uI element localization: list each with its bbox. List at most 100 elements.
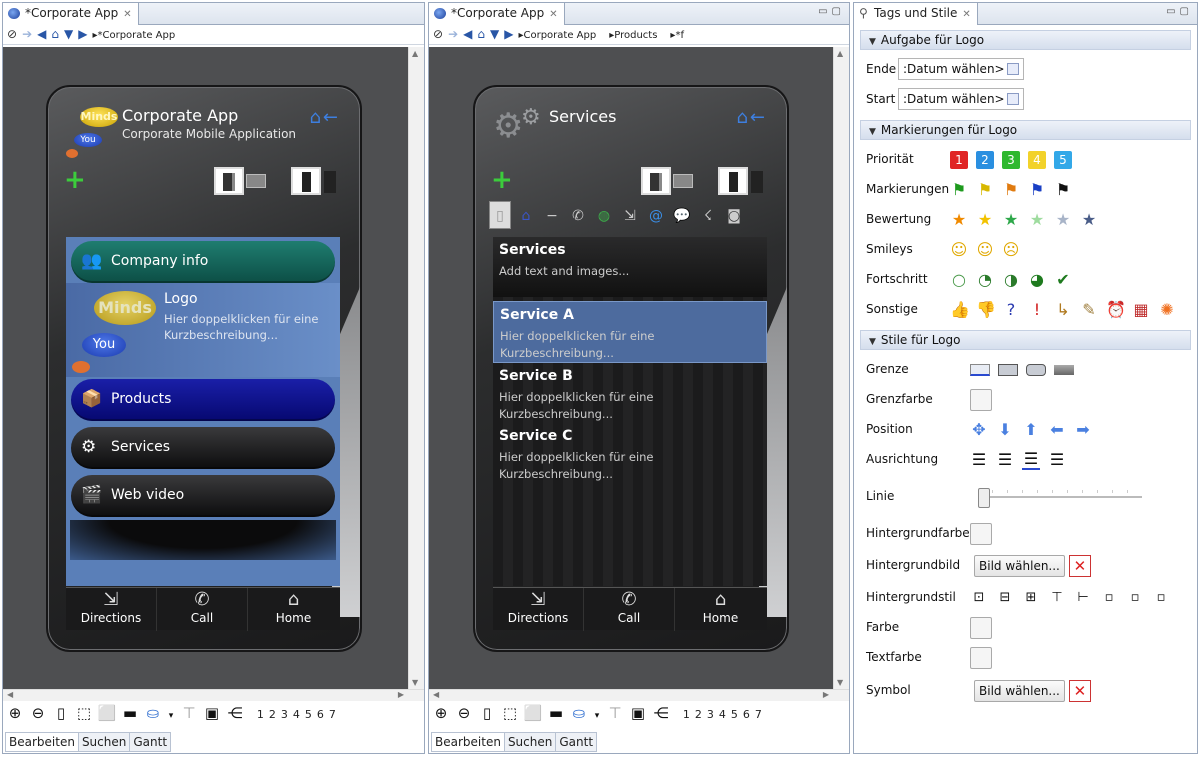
page-number[interactable]: 5: [305, 708, 312, 721]
layout-split-alt-icon[interactable]: [673, 174, 693, 188]
window-buttons[interactable]: ▭▢: [1166, 6, 1193, 17]
page-number[interactable]: 3: [707, 708, 714, 721]
border-color-swatch[interactable]: [970, 388, 992, 411]
breadcrumb-item[interactable]: ▸*f: [670, 29, 689, 43]
nav-directions[interactable]: ⇲ Directions: [66, 588, 157, 631]
add-icon[interactable]: +: [64, 167, 86, 193]
star-yellow-icon[interactable]: ★: [976, 210, 994, 229]
home-back-icon[interactable]: ⌂←: [309, 107, 340, 128]
down-arrow-icon[interactable]: ▼: [490, 27, 499, 41]
priority-3-icon[interactable]: 3: [1002, 150, 1020, 169]
horizontal-scrollbar[interactable]: ◀ ▶: [3, 689, 424, 701]
directions-element-icon[interactable]: ⇲: [619, 202, 641, 230]
layout-split-icon[interactable]: [641, 167, 671, 195]
add-icon[interactable]: +: [491, 167, 513, 193]
layout-single-icon[interactable]: [291, 167, 321, 195]
menu-web-video[interactable]: 🎬 Web video: [71, 475, 335, 517]
star-lightgreen-icon[interactable]: ★: [1028, 210, 1046, 229]
menu-company-info[interactable]: 👥 Company info: [71, 241, 335, 283]
bgstyle-hstretch-icon[interactable]: ⊟: [996, 589, 1014, 607]
scroll-up-icon[interactable]: ▲: [412, 49, 418, 58]
border-box-icon[interactable]: [998, 363, 1018, 376]
bgstyle-left-icon[interactable]: ⊢: [1074, 589, 1092, 607]
smiley-happy-icon[interactable]: ☺: [950, 240, 968, 259]
blank-element-icon[interactable]: ▯: [489, 201, 511, 229]
services-header[interactable]: Services Add text and images...: [493, 237, 767, 297]
minus-element-icon[interactable]: −: [541, 202, 563, 230]
stop-icon[interactable]: ⊘: [433, 27, 443, 41]
back-arrow-icon[interactable]: ◀: [37, 27, 46, 41]
close-tab-icon[interactable]: ✕: [962, 9, 970, 20]
progress-75-icon[interactable]: ◕: [1028, 270, 1046, 289]
paint-icon[interactable]: ⛀: [569, 703, 589, 723]
position-up-icon[interactable]: ⬆: [1022, 420, 1040, 439]
home-icon[interactable]: ⌂: [477, 27, 485, 41]
smiley-neutral-icon[interactable]: ☺: [976, 240, 994, 259]
chat-element-icon[interactable]: 💬: [671, 202, 693, 230]
tab-suchen[interactable]: Suchen: [503, 732, 557, 752]
zoom-in-icon[interactable]: ⊕: [431, 703, 451, 723]
vertical-scrollbar[interactable]: ▲ ▼: [833, 47, 849, 689]
border-none-icon[interactable]: [1054, 364, 1074, 375]
layout-split-icon[interactable]: [214, 167, 244, 195]
scroll-left-icon[interactable]: ◀: [433, 690, 439, 699]
layout-single-alt-icon[interactable]: [324, 171, 336, 193]
tab-suchen[interactable]: Suchen: [77, 732, 131, 752]
yellow-flag-icon[interactable]: ⚑: [976, 180, 994, 199]
question-icon[interactable]: ?: [1002, 300, 1020, 319]
scroll-up-icon[interactable]: ▲: [837, 49, 843, 58]
progress-0-icon[interactable]: ○: [950, 270, 968, 289]
paint-icon[interactable]: ⛀: [143, 703, 163, 723]
frame-icon[interactable]: ⊤: [605, 703, 625, 723]
service-item[interactable]: Service A Hier doppelklicken für eine Ku…: [493, 301, 767, 363]
color-swatch[interactable]: [970, 616, 992, 639]
position-right-icon[interactable]: ➡: [1074, 420, 1092, 439]
close-tab-icon[interactable]: ✕: [123, 9, 131, 20]
forward-arrow-icon[interactable]: ▶: [78, 27, 87, 41]
position-center-icon[interactable]: ✥: [970, 420, 988, 439]
page-width-icon[interactable]: ⬜: [523, 703, 543, 723]
vertical-scrollbar[interactable]: ▲ ▼: [408, 47, 424, 689]
globe-element-icon[interactable]: ◍: [593, 202, 615, 230]
position-down-icon[interactable]: ⬇: [996, 420, 1014, 439]
section-styles[interactable]: ▼ Stile für Logo: [860, 330, 1191, 350]
camera-element-icon[interactable]: ◙: [723, 202, 745, 230]
bg-color-swatch[interactable]: [970, 522, 992, 545]
priority-2-icon[interactable]: 2: [976, 150, 994, 169]
exclamation-icon[interactable]: !: [1028, 300, 1046, 319]
middle-editor-tab[interactable]: *Corporate App ✕: [429, 3, 565, 25]
page-number[interactable]: 1: [257, 708, 264, 721]
dropdown-icon[interactable]: ▾: [592, 706, 602, 726]
nav-directions[interactable]: ⇲ Directions: [493, 588, 584, 631]
orange-flag-icon[interactable]: ⚑: [1002, 180, 1020, 199]
symbol-clear-icon[interactable]: ✕: [1068, 679, 1091, 702]
fire-icon[interactable]: ✺: [1158, 300, 1176, 319]
screen-icon[interactable]: ▬: [120, 703, 140, 723]
home-element-icon[interactable]: ⌂: [515, 202, 537, 230]
image-icon[interactable]: ▣: [628, 703, 648, 723]
scroll-right-icon[interactable]: ▶: [823, 690, 829, 699]
star-orange-icon[interactable]: ★: [950, 210, 968, 229]
slider-thumb[interactable]: [978, 488, 990, 508]
layout-single-icon[interactable]: [718, 167, 748, 195]
page-number[interactable]: 1: [683, 708, 690, 721]
layout-split-alt-icon[interactable]: [246, 174, 266, 188]
window-buttons[interactable]: ▭▢: [818, 6, 845, 17]
bgstyle-center-icon[interactable]: ▫: [1126, 589, 1144, 607]
align-justify-icon[interactable]: ☰: [1048, 450, 1066, 469]
border-rounded-icon[interactable]: [1026, 363, 1046, 376]
nav-call[interactable]: ✆ Call: [584, 588, 675, 631]
progress-done-icon[interactable]: ✔: [1054, 270, 1072, 289]
bgstyle-bottomright-icon[interactable]: ▫: [1152, 589, 1170, 607]
rss-element-icon[interactable]: ☇: [697, 202, 719, 230]
share-icon[interactable]: ⋲: [651, 703, 671, 723]
dropdown-icon[interactable]: ▾: [166, 706, 176, 726]
horizontal-scrollbar[interactable]: ◀ ▶: [429, 689, 849, 701]
home-back-icon[interactable]: ⌂←: [736, 107, 767, 128]
scroll-right-icon[interactable]: ▶: [398, 690, 404, 699]
call-element-icon[interactable]: ✆: [567, 202, 589, 230]
zoom-out-icon[interactable]: ⊖: [454, 703, 474, 723]
progress-50-icon[interactable]: ◑: [1002, 270, 1020, 289]
priority-1-icon[interactable]: 1: [950, 150, 968, 169]
text-color-swatch[interactable]: [970, 646, 992, 669]
